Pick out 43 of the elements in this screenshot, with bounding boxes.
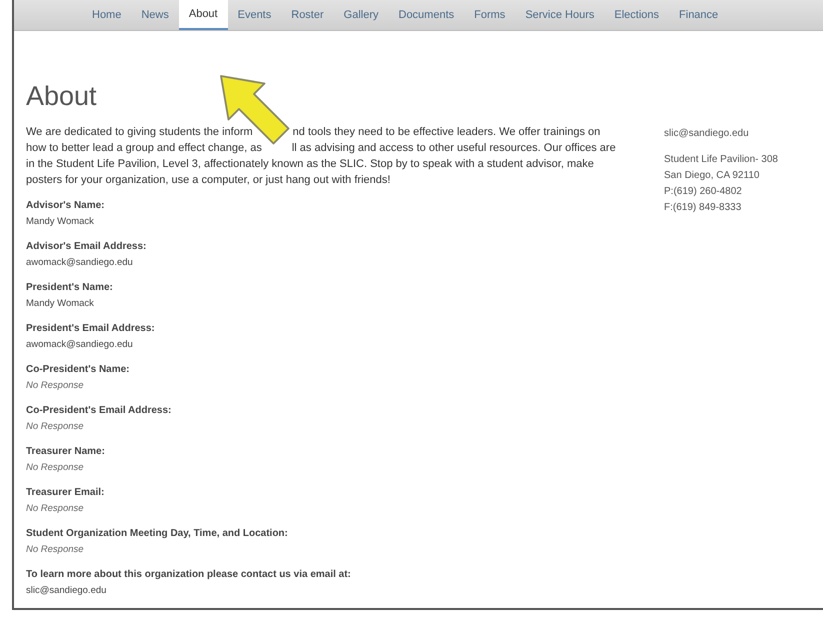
- nav-tab[interactable]: Service Hours: [515, 0, 604, 30]
- nav-tab[interactable]: Home: [82, 0, 132, 30]
- field-value: No Response: [26, 379, 85, 393]
- description-text: We are dedicated to giving students the inform: [26, 125, 253, 140]
- description-text: posters for your organization, use a computer, or just hang out with friends!: [26, 173, 390, 188]
- nav-tab[interactable]: Finance: [669, 0, 728, 30]
- field-label: To learn more about this organization please contact us via email at:: [26, 568, 352, 582]
- page-title: About: [26, 81, 98, 112]
- nav-tab[interactable]: Roster: [281, 0, 334, 30]
- description-text: ll as advising and access to other useful resources. Our offices are: [292, 141, 616, 156]
- field-label: Treasurer Name:: [26, 445, 106, 459]
- description-text: how to better lead a group and effect change, as: [26, 141, 262, 156]
- nav-tab[interactable]: Elections: [604, 0, 670, 30]
- field-label: Co-President's Name:: [26, 363, 131, 377]
- field-label: President's Email Address:: [26, 322, 156, 336]
- field-value: slic@sandiego.edu: [26, 584, 108, 598]
- field-label: President's Name:: [26, 281, 114, 295]
- field-label: Student Organization Meeting Day, Time, and Location:: [26, 527, 289, 541]
- nav-tab[interactable]: Gallery: [334, 0, 388, 30]
- field-value: No Response: [26, 543, 85, 557]
- field-value: awomack@sandiego.edu: [26, 338, 134, 352]
- nav-tab[interactable]: About: [178, 0, 228, 30]
- contact-email: slic@sandiego.edu: [664, 127, 750, 141]
- field-value: Mandy Womack: [26, 215, 95, 229]
- field-value: Mandy Womack: [26, 297, 95, 311]
- description-text: in the Student Life Pavilion, Level 3, affectionately known as the SLIC. Stop by to speak with a student advisor, make: [26, 157, 594, 172]
- contact-line: San Diego, CA 92110: [664, 169, 760, 183]
- field-label: Treasurer Email:: [26, 486, 106, 500]
- contact-line: Student Life Pavilion- 308: [664, 153, 778, 167]
- nav-tab[interactable]: Documents: [388, 0, 464, 30]
- nav-tab[interactable]: News: [131, 0, 179, 30]
- description-text: nd tools they need to be effective leaders. We offer trainings on: [292, 125, 600, 140]
- field-label: Advisor's Email Address:: [26, 240, 148, 254]
- field-value: No Response: [26, 420, 85, 434]
- contact-line: F:(619) 849-8333: [664, 201, 742, 215]
- field-value: No Response: [26, 502, 85, 516]
- field-value: No Response: [26, 461, 85, 475]
- field-value: awomack@sandiego.edu: [26, 256, 134, 270]
- field-label: Advisor's Name:: [26, 199, 106, 213]
- field-label: Co-President's Email Address:: [26, 404, 172, 418]
- nav-tab[interactable]: Events: [228, 0, 282, 30]
- nav-tab[interactable]: Forms: [464, 0, 516, 30]
- contact-line: P:(619) 260-4802: [664, 185, 743, 199]
